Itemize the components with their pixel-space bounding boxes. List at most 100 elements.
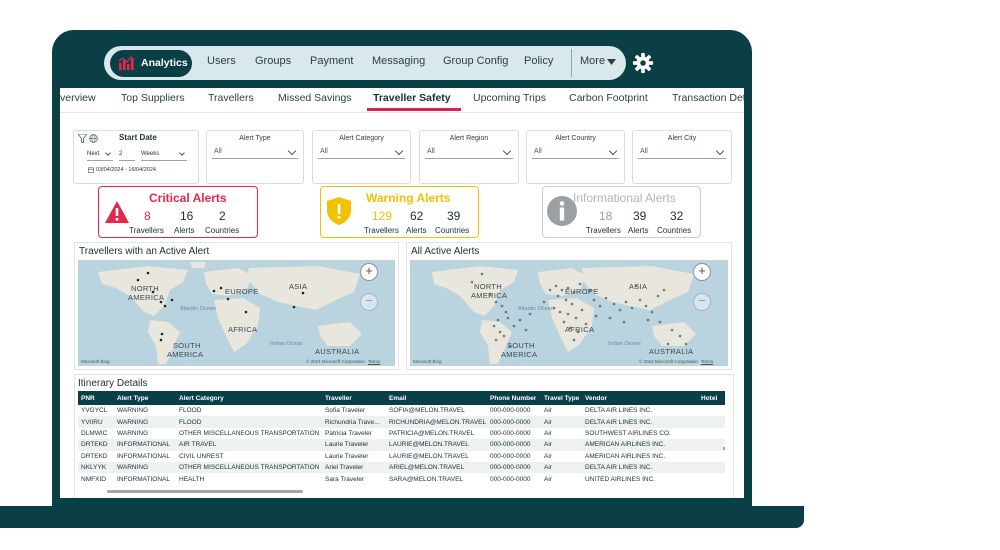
table-cell: [698, 416, 725, 428]
column-header[interactable]: Traveller: [322, 391, 386, 405]
alerts-label: Alerts: [628, 226, 649, 235]
table-cell: FLOOD: [176, 416, 322, 428]
nav-group-config[interactable]: Group Config: [443, 55, 508, 67]
horizontal-scrollbar[interactable]: [107, 490, 303, 493]
alert-region-select[interactable]: All: [425, 146, 513, 159]
travellers-label: Travellers: [129, 226, 164, 235]
alert-region-value: All: [427, 148, 435, 155]
map-terms-link[interactable]: Terms: [368, 359, 380, 364]
alert-type-label: Alert Type: [239, 135, 271, 142]
nav-users[interactable]: Users: [207, 55, 236, 67]
chevron-down-icon: [179, 150, 185, 156]
nav-groups[interactable]: Groups: [255, 55, 291, 67]
table-row[interactable]: NMFXID INFORMATIONAL HEALTH Sara Traveler SA…: [78, 473, 725, 484]
period-unit-select[interactable]: Weeks: [141, 149, 187, 161]
table-cell: WARNING: [114, 416, 176, 428]
alert-category-filter: Alert Category All: [312, 130, 411, 184]
alert-category-select[interactable]: All: [318, 146, 405, 159]
filter-icon[interactable]: [78, 134, 87, 143]
zoom-out-icon: −: [698, 293, 706, 308]
alert-country-filter: Alert Country All: [526, 130, 625, 184]
warning-alerts-count: 62: [410, 209, 424, 223]
table-row[interactable]: NKLYYK WARNING OTHER MISCELLANEOUS TRANSPO…: [78, 461, 725, 474]
table-cell: DELTA AIR LINES INC.: [582, 416, 698, 428]
table-cell: OTHER MISCELLANEOUS TRANSPORTATION: [176, 461, 322, 474]
table-row[interactable]: DRTEKD INFORMATIONAL CIVIL UNREST Laurie Tr…: [78, 451, 725, 462]
nav-more[interactable]: More: [580, 55, 605, 67]
table-cell: LAURIE@MELON.TRAVEL: [389, 452, 469, 460]
column-header[interactable]: Alert Type: [114, 391, 176, 405]
zoom-in-button[interactable]: +: [693, 263, 711, 281]
table-row[interactable]: YVIIRU WARNING FLOOD Richundria Trave... RIC…: [78, 416, 725, 428]
alert-city-select[interactable]: All: [638, 146, 726, 159]
nav-payment[interactable]: Payment: [310, 55, 353, 67]
alert-type-value: All: [214, 148, 222, 155]
laptop-base: [0, 506, 804, 528]
table-row[interactable]: DLMWIC WARNING OTHER MISCELLANEOUS TRANSPO…: [78, 428, 725, 439]
alert-country-value: All: [534, 148, 542, 155]
column-header[interactable]: Phone Number: [487, 391, 541, 405]
alert-category-label: Alert Category: [339, 135, 384, 142]
table-cell: DRTEKD: [78, 439, 114, 451]
table-row[interactable]: DRTEKD INFORMATIONAL AIR TRAVEL Laurie Trav…: [78, 439, 725, 451]
zoom-out-button[interactable]: −: [693, 293, 711, 311]
tab-transaction-details[interactable]: Transaction Deta: [672, 92, 744, 104]
tab-traveller-safety[interactable]: Traveller Safety: [373, 92, 451, 104]
table-cell: [698, 428, 725, 439]
tab-overview[interactable]: verview: [60, 92, 96, 104]
tab-upcoming-trips[interactable]: Upcoming Trips: [473, 92, 546, 104]
table-cell: Ariel Traveler: [322, 461, 386, 474]
column-header[interactable]: Vendor: [582, 391, 698, 405]
tab-missed-savings[interactable]: Missed Savings: [278, 92, 352, 104]
period-unit-value: Weeks: [141, 151, 160, 157]
bing-logo: Microsoft Bing: [81, 359, 110, 364]
table-cell: AIR TRAVEL: [176, 439, 322, 451]
table-cell: WARNING: [117, 429, 149, 437]
period-count-input[interactable]: 2: [119, 149, 135, 161]
relative-mode-select[interactable]: Next: [87, 149, 113, 161]
table-cell: Air: [544, 475, 552, 483]
table-cell: 000-000-0000: [490, 452, 531, 460]
column-header[interactable]: Alert Category: [176, 391, 322, 405]
travellers-map[interactable]: NORTH AMERICA EUROPE ASIA AFRICA SOUTH A…: [78, 260, 395, 366]
alert-type-select[interactable]: All: [212, 146, 298, 159]
zoom-in-icon: +: [698, 263, 706, 278]
alert-region-label: Alert Region: [449, 135, 489, 142]
warning-travellers-count: 129: [372, 209, 393, 223]
all-alerts-map[interactable]: NORTH AMERICA EUROPE ASIA AFRICA SOUTH A…: [410, 260, 728, 366]
tab-travellers[interactable]: Travellers: [208, 92, 254, 104]
informational-alerts-card[interactable]: Informational Alerts 18 39 32 Travellers…: [542, 186, 701, 238]
map-terms-link[interactable]: Terms: [701, 359, 713, 364]
zoom-out-button[interactable]: −: [360, 293, 378, 311]
warning-alerts-card[interactable]: Warning Alerts 129 62 39 Travellers Aler…: [320, 186, 479, 238]
chevron-down-icon: [394, 146, 404, 156]
alert-type-filter: Alert Type All: [206, 130, 304, 184]
alert-category-value: All: [320, 148, 328, 155]
zoom-in-button[interactable]: +: [360, 263, 378, 281]
vertical-scrollbar[interactable]: [723, 447, 725, 450]
alert-country-select[interactable]: All: [532, 146, 619, 159]
table-cell: SOUTHWEST AIRLINES CO.: [585, 429, 671, 437]
nav-policy[interactable]: Policy: [524, 55, 553, 67]
column-header[interactable]: Email: [386, 391, 487, 405]
table-cell: DLMWIC: [81, 429, 108, 437]
alert-country-label: Alert Country: [555, 135, 596, 142]
table-row[interactable]: YVGYCL WARNING FLOOD Sofia Traveler SOFIA@ME…: [78, 405, 725, 416]
table-cell: Laurie Traveler: [322, 439, 386, 451]
countries-label: Countries: [657, 226, 692, 235]
globe-icon[interactable]: [89, 134, 98, 143]
gear-icon[interactable]: [632, 52, 654, 74]
column-header[interactable]: PNR: [78, 391, 114, 405]
chevron-down-icon: [715, 146, 725, 156]
table-cell: 000-000-0000: [487, 439, 541, 451]
column-header[interactable]: Hotel: [698, 391, 725, 405]
table-cell: LAURIE@MELON.TRAVEL: [386, 439, 487, 451]
tab-top-suppliers[interactable]: Top Suppliers: [121, 92, 185, 104]
nav-messaging[interactable]: Messaging: [372, 55, 425, 67]
table-cell: DELTA AIR LINES INC.: [582, 461, 698, 474]
column-header[interactable]: Travel Type: [541, 391, 582, 405]
table-cell: YVGYCL: [81, 407, 108, 415]
critical-alerts-card[interactable]: Critical Alerts 8 16 2 Travellers Alerts…: [98, 186, 258, 238]
alerts-label: Alerts: [174, 226, 195, 235]
tab-carbon-footprint[interactable]: Carbon Footprint: [569, 92, 648, 104]
